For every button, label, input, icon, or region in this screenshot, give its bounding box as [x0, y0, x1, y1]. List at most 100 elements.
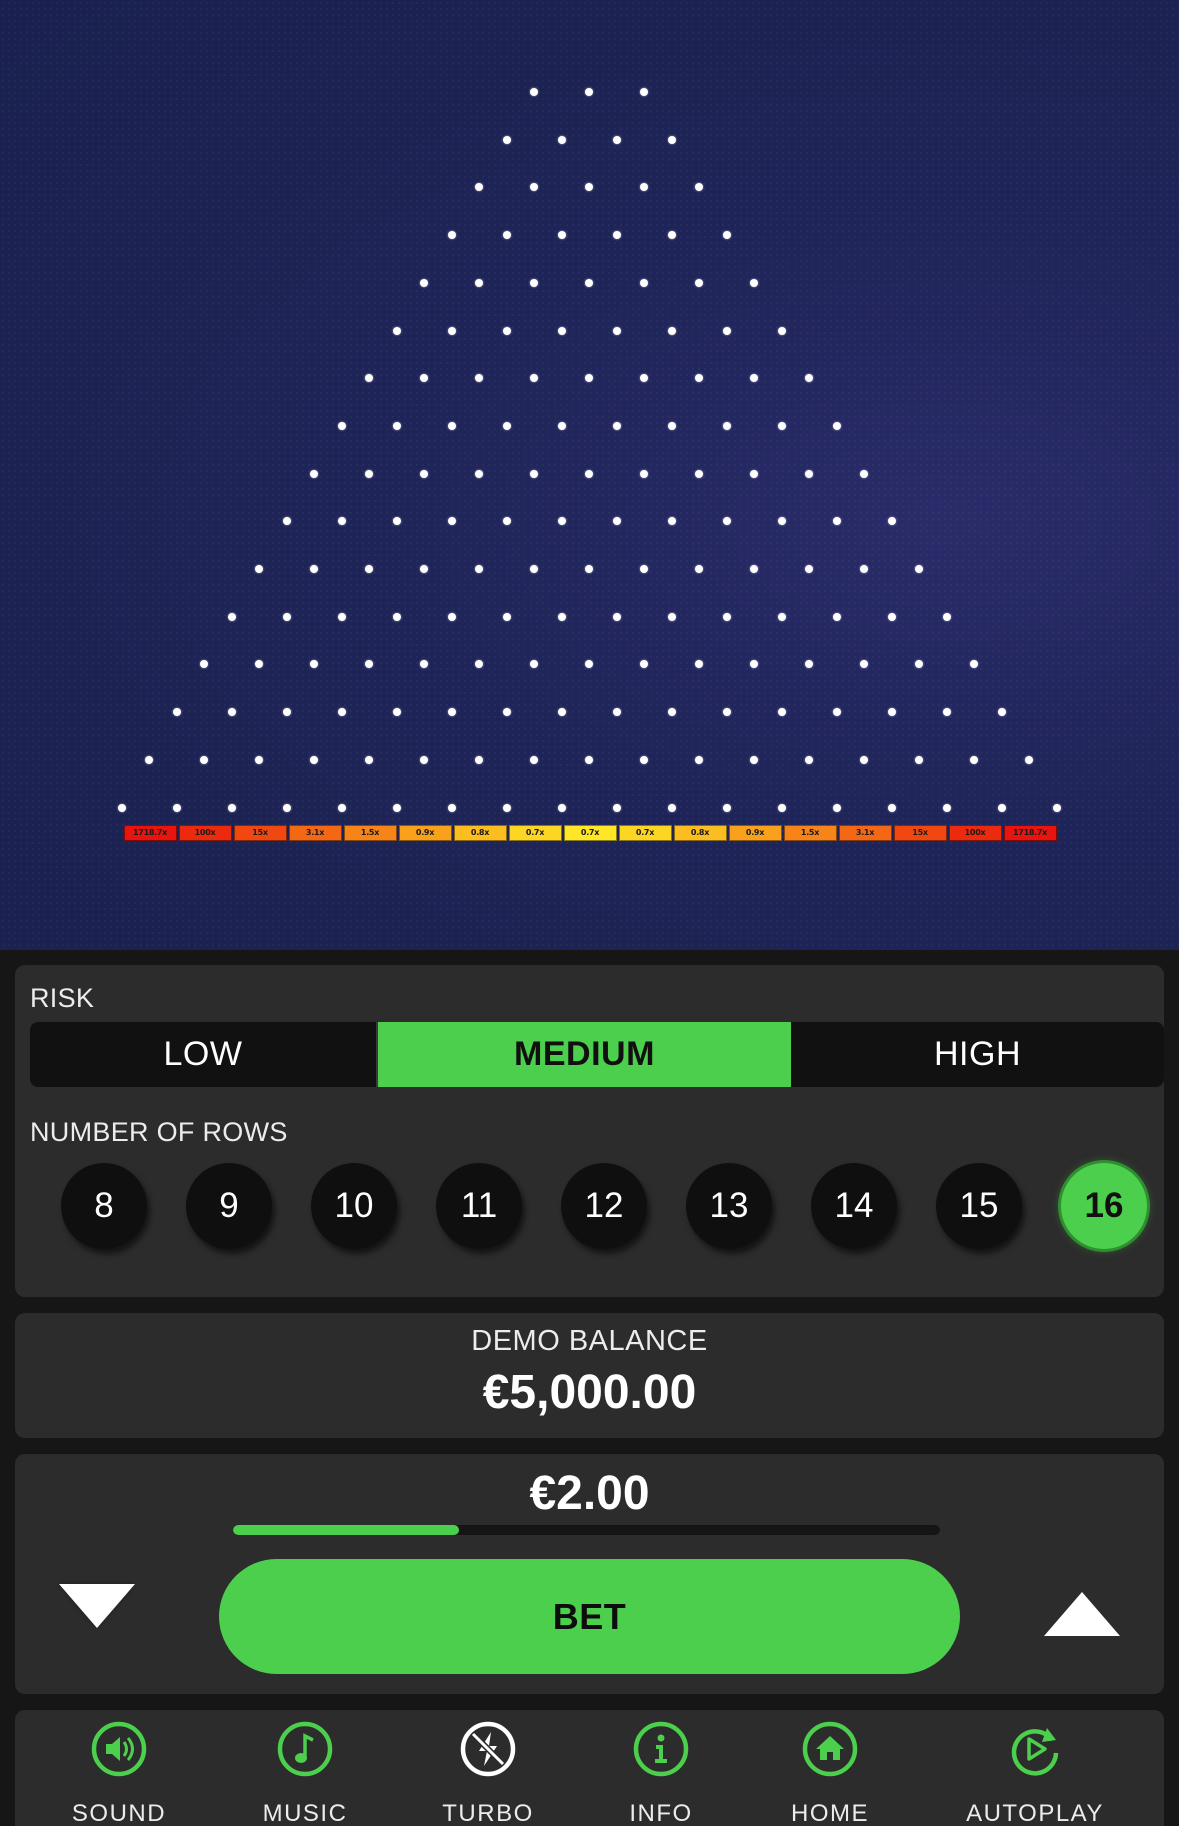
- peg: [640, 660, 648, 669]
- peg: [887, 517, 896, 526]
- multiplier-bucket: 0.8x: [453, 824, 507, 841]
- peg: [805, 660, 813, 669]
- peg: [695, 565, 703, 573]
- peg: [502, 612, 511, 621]
- peg: [502, 803, 511, 812]
- peg: [172, 803, 181, 812]
- rows-option-13[interactable]: 13: [686, 1163, 772, 1249]
- peg: [612, 708, 621, 717]
- peg: [997, 708, 1006, 717]
- peg: [557, 231, 566, 240]
- peg: [750, 278, 758, 287]
- peg: [420, 755, 428, 764]
- peg: [530, 183, 538, 192]
- peg: [447, 231, 456, 240]
- peg: [365, 755, 373, 764]
- peg: [420, 565, 428, 573]
- peg: [805, 374, 813, 383]
- decrease-bet-arrow-icon[interactable]: [59, 1584, 135, 1628]
- peg: [832, 421, 841, 430]
- peg: [530, 755, 538, 764]
- music-note-icon: [277, 1721, 333, 1777]
- risk-high-button[interactable]: HIGH: [791, 1022, 1164, 1087]
- rows-option-11[interactable]: 11: [436, 1163, 522, 1249]
- peg: [502, 708, 511, 717]
- peg: [777, 803, 786, 812]
- rows-option-14[interactable]: 14: [811, 1163, 897, 1249]
- autoplay-button[interactable]: AUTOPLAY: [955, 1720, 1115, 1826]
- peg: [667, 803, 676, 812]
- rows-option-16[interactable]: 16: [1061, 1163, 1147, 1249]
- peg: [612, 326, 621, 335]
- info-label: INFO: [629, 1800, 693, 1826]
- peg: [530, 374, 538, 383]
- peg: [392, 326, 401, 335]
- music-button[interactable]: MUSIC: [225, 1720, 385, 1826]
- info-button[interactable]: INFO: [581, 1720, 741, 1826]
- peg: [475, 755, 483, 764]
- peg: [475, 469, 483, 478]
- increase-bet-arrow-icon[interactable]: [1044, 1592, 1120, 1636]
- peg: [282, 803, 291, 812]
- peg: [392, 517, 401, 526]
- risk-low-button[interactable]: LOW: [30, 1022, 378, 1087]
- peg: [667, 517, 676, 526]
- peg: [612, 612, 621, 621]
- peg: [695, 183, 703, 192]
- peg: [337, 612, 346, 621]
- peg: [640, 374, 648, 383]
- peg: [722, 421, 731, 430]
- peg: [557, 517, 566, 526]
- peg: [145, 755, 153, 764]
- sound-button[interactable]: SOUND: [39, 1720, 199, 1826]
- peg: [502, 231, 511, 240]
- peg: [255, 660, 263, 669]
- multiplier-bucket: 0.9x: [728, 824, 782, 841]
- peg: [942, 708, 951, 717]
- turbo-button[interactable]: TURBO: [408, 1720, 568, 1826]
- peg: [612, 421, 621, 430]
- peg: [942, 612, 951, 621]
- music-label: MUSIC: [262, 1800, 348, 1826]
- sound-label: SOUND: [71, 1800, 167, 1826]
- rows-option-8[interactable]: 8: [61, 1163, 147, 1249]
- home-button[interactable]: HOME: [750, 1720, 910, 1826]
- multiplier-bucket: 0.7x: [508, 824, 562, 841]
- peg: [447, 708, 456, 717]
- peg: [530, 88, 538, 96]
- peg: [667, 135, 676, 144]
- peg: [365, 374, 373, 383]
- peg: [970, 755, 978, 764]
- balance-label: DEMO BALANCE: [471, 1325, 708, 1357]
- turbo-off-icon: [460, 1721, 516, 1777]
- rows-option-9[interactable]: 9: [186, 1163, 272, 1249]
- peg: [667, 326, 676, 335]
- peg: [255, 565, 263, 573]
- peg: [722, 708, 731, 717]
- risk-medium-button[interactable]: MEDIUM: [378, 1022, 791, 1087]
- rows-option-15[interactable]: 15: [936, 1163, 1022, 1249]
- peg: [585, 660, 593, 669]
- peg: [860, 755, 868, 764]
- rows-option-10[interactable]: 10: [311, 1163, 397, 1249]
- peg: [420, 374, 428, 383]
- peg: [475, 660, 483, 669]
- peg: [640, 183, 648, 192]
- peg: [502, 135, 511, 144]
- peg: [420, 469, 428, 478]
- peg: [777, 421, 786, 430]
- bet-button[interactable]: BET: [219, 1559, 960, 1674]
- peg: [475, 565, 483, 573]
- rows-option-12[interactable]: 12: [561, 1163, 647, 1249]
- peg: [447, 803, 456, 812]
- bet-level-track[interactable]: [233, 1525, 940, 1535]
- peg: [777, 517, 786, 526]
- peg: [805, 565, 813, 573]
- peg: [805, 469, 813, 478]
- peg: [392, 612, 401, 621]
- peg: [997, 803, 1006, 812]
- multiplier-bucket: 0.7x: [563, 824, 617, 841]
- peg: [640, 755, 648, 764]
- peg: [612, 803, 621, 812]
- peg: [777, 326, 786, 335]
